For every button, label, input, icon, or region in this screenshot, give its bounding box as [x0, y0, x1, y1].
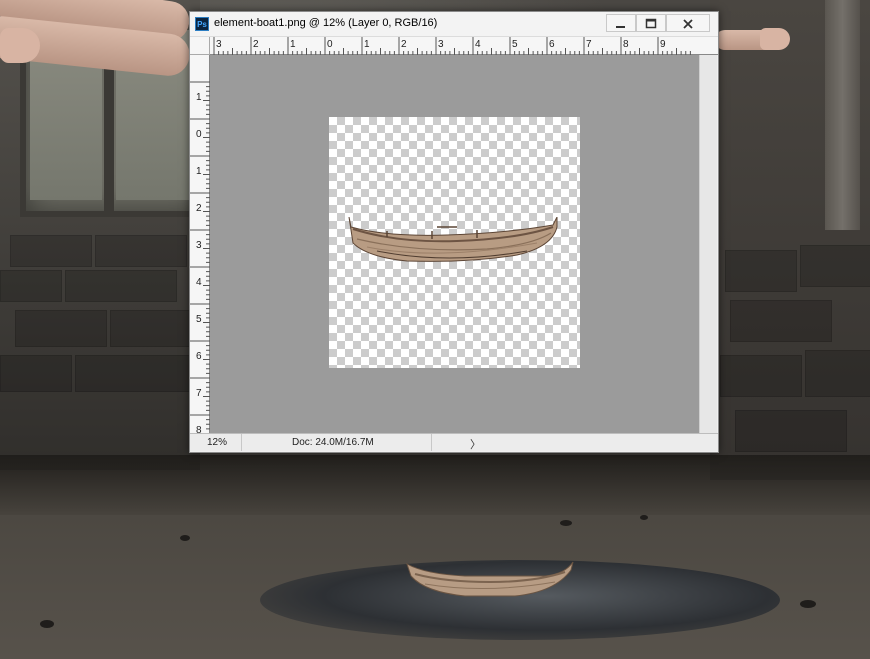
- ruler-label: 0: [196, 129, 202, 140]
- ruler-label: 4: [475, 39, 481, 50]
- status-menu-arrow-icon[interactable]: 〉: [470, 436, 481, 452]
- horizontal-ruler[interactable]: 3 2 1 0 1 2 3 4 5 6 7 8 9: [210, 37, 718, 55]
- photoshop-icon: Ps: [195, 17, 209, 31]
- maximize-icon: [645, 18, 657, 29]
- transparent-canvas[interactable]: [329, 117, 580, 368]
- ruler-label: 9: [660, 39, 666, 50]
- title-bar[interactable]: Ps element-boat1.png @ 12% (Layer 0, RGB…: [190, 12, 718, 37]
- ruler-label: 3: [196, 240, 202, 251]
- ruler-label: 4: [196, 277, 202, 288]
- ruler-label: 2: [253, 39, 259, 50]
- boat-icon[interactable]: [347, 217, 559, 265]
- minimize-button[interactable]: [606, 14, 636, 32]
- ruler-label: 2: [401, 39, 407, 50]
- pasteboard[interactable]: [210, 55, 699, 433]
- ruler-label: 5: [512, 39, 518, 50]
- ruler-label: 1: [364, 39, 370, 50]
- ruler-label: 6: [549, 39, 555, 50]
- ruler-label: 3: [216, 39, 222, 50]
- ruler-label: 5: [196, 314, 202, 325]
- status-bar: 12% Doc: 24.0M/16.7M 〉: [190, 433, 718, 451]
- ruler-label: 3: [438, 39, 444, 50]
- maximize-button[interactable]: [636, 14, 666, 32]
- document-size-info[interactable]: Doc: 24.0M/16.7M 〉: [242, 434, 481, 451]
- close-icon: [683, 19, 693, 29]
- floating-hand: [760, 28, 790, 50]
- close-button[interactable]: [666, 14, 710, 32]
- ruler-label: 7: [196, 388, 202, 399]
- pillar: [825, 0, 860, 230]
- ruler-label: 2: [196, 203, 202, 214]
- ruler-label: 1: [290, 39, 296, 50]
- ruler-origin[interactable]: [190, 37, 210, 55]
- vertical-ruler[interactable]: 1012345678: [190, 55, 210, 436]
- minimize-icon: [616, 26, 625, 28]
- vertical-scrollbar[interactable]: [699, 55, 717, 433]
- ruler-label: 8: [623, 39, 629, 50]
- window-title: element-boat1.png @ 12% (Layer 0, RGB/16…: [214, 17, 438, 29]
- ruler-label: 0: [327, 39, 333, 50]
- document-window[interactable]: Ps element-boat1.png @ 12% (Layer 0, RGB…: [189, 11, 719, 453]
- ruler-label: 1: [196, 92, 202, 103]
- ruler-label: 7: [586, 39, 592, 50]
- boat-on-floor: [406, 561, 574, 597]
- zoom-level-field[interactable]: 12%: [190, 434, 242, 451]
- ruler-label: 6: [196, 351, 202, 362]
- document-size-text: Doc: 24.0M/16.7M: [292, 437, 374, 448]
- ruler-label: 1: [196, 166, 202, 177]
- floor-edge: [0, 455, 870, 515]
